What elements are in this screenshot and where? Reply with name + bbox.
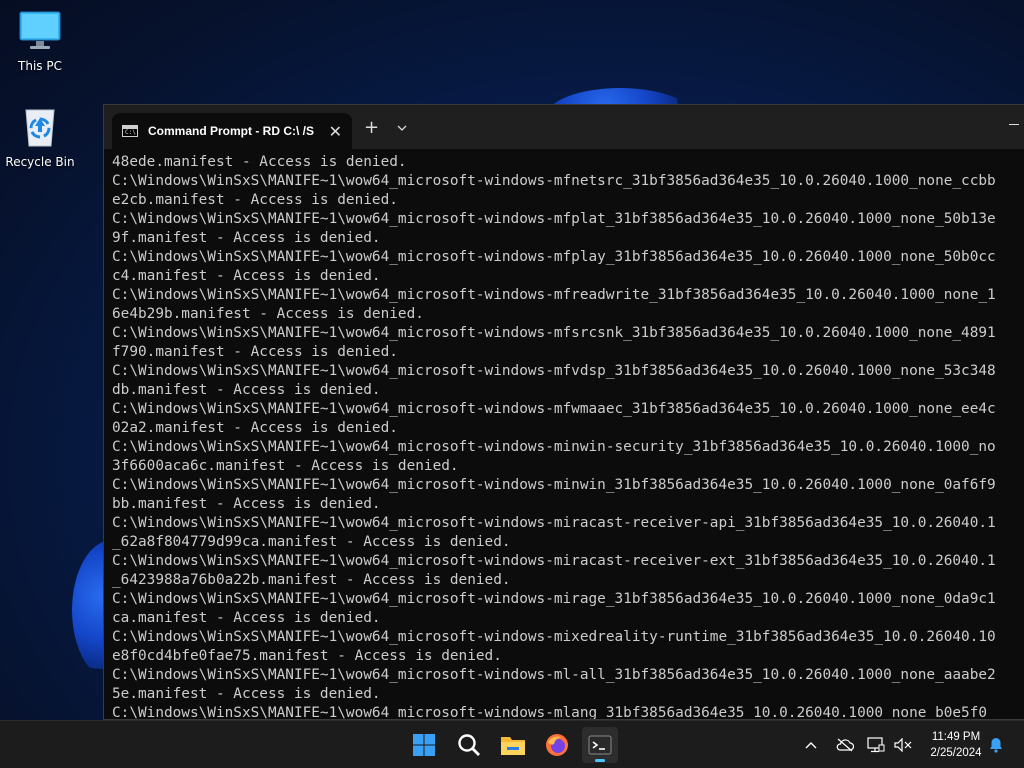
console-line: C:\Windows\WinSxS\MANIFE~1\wow64_microso… xyxy=(112,439,996,455)
console-line: C:\Windows\WinSxS\MANIFE~1\wow64_microso… xyxy=(112,667,996,683)
desktop-icon-this-pc[interactable]: This PC xyxy=(0,8,80,73)
console-line: C:\Windows\WinSxS\MANIFE~1\wow64_microso… xyxy=(112,363,996,379)
console-line: 48ede.manifest - Access is denied. xyxy=(112,154,407,170)
windows-logo-icon xyxy=(413,734,435,756)
command-prompt-icon: C:\. xyxy=(122,125,140,137)
chevron-up-icon xyxy=(805,742,817,749)
volume-button[interactable] xyxy=(894,721,912,768)
desktop-icon-recycle-bin[interactable]: Recycle Bin xyxy=(0,104,80,169)
search-button[interactable] xyxy=(451,727,487,763)
terminal-button[interactable] xyxy=(582,727,618,763)
console-line: db.manifest - Access is denied. xyxy=(112,382,381,398)
close-tab-icon[interactable]: ✕ xyxy=(329,122,342,141)
console-line: C:\Windows\WinSxS\MANIFE~1\wow64_microso… xyxy=(112,515,996,531)
console-line: C:\Windows\WinSxS\MANIFE~1\wow64_microso… xyxy=(112,249,996,265)
console-line: 3f6600aca6c.manifest - Access is denied. xyxy=(112,458,459,474)
tab-command-prompt[interactable]: C:\. Command Prompt - RD C:\ /S ✕ xyxy=(112,113,352,149)
console-line: e2cb.manifest - Access is denied. xyxy=(112,192,398,208)
network-monitor-icon xyxy=(867,737,885,753)
console-line: C:\Windows\WinSxS\MANIFE~1\wow64_microso… xyxy=(112,477,996,493)
console-line: C:\Windows\WinSxS\MANIFE~1\wow64_microso… xyxy=(112,211,996,227)
console-line: c4.manifest - Access is denied. xyxy=(112,268,381,284)
console-line: C:\Windows\WinSxS\MANIFE~1\wow64_microso… xyxy=(112,325,996,341)
console-line: C:\Windows\WinSxS\MANIFE~1\wow64_microso… xyxy=(112,287,996,303)
console-line: C:\Windows\WinSxS\MANIFE~1\wow64_microso… xyxy=(112,173,996,189)
show-hidden-icons-button[interactable] xyxy=(804,721,818,768)
taskbar: 11:49 PM 2/25/2024 xyxy=(0,720,1024,768)
console-line: C:\Windows\WinSxS\MANIFE~1\wow64_microso… xyxy=(112,591,996,607)
folder-icon xyxy=(501,737,525,755)
tab-dropdown-button[interactable] xyxy=(397,121,407,135)
console-line: _62a8f804779d99ca.manifest - Access is d… xyxy=(112,534,511,550)
console-line: 9f.manifest - Access is denied. xyxy=(112,230,381,246)
console-line: _6423988a76b0a22b.manifest - Access is d… xyxy=(112,572,511,588)
desktop-icon-label: This PC xyxy=(18,59,62,73)
bell-icon xyxy=(990,738,1002,753)
search-icon xyxy=(458,734,480,756)
cloud-offline-icon xyxy=(836,738,854,752)
console-line: bb.manifest - Access is denied. xyxy=(112,496,381,512)
console-line: f790.manifest - Access is denied. xyxy=(112,344,398,360)
new-tab-button[interactable]: + xyxy=(364,119,379,137)
console-output[interactable]: 48ede.manifest - Access is denied. C:\Win… xyxy=(112,153,1024,720)
network-button[interactable] xyxy=(867,721,885,768)
minimize-button[interactable] xyxy=(1009,115,1023,129)
desktop-icon-label: Recycle Bin xyxy=(5,155,75,169)
console-line: e8f0cd4bfe0fae75.manifest - Access is de… xyxy=(112,648,502,664)
title-bar[interactable]: C:\. Command Prompt - RD C:\ /S ✕ + xyxy=(104,105,1024,149)
console-line: C:\Windows\WinSxS\MANIFE~1\wow64_microso… xyxy=(112,705,988,720)
tab-title: Command Prompt - RD C:\ /S xyxy=(148,124,315,138)
console-line: 02a2.manifest - Access is denied. xyxy=(112,420,398,436)
terminal-window[interactable]: C:\. Command Prompt - RD C:\ /S ✕ + 48ed… xyxy=(103,104,1024,720)
console-line: 5e.manifest - Access is denied. xyxy=(112,686,381,702)
console-line: ca.manifest - Access is denied. xyxy=(112,610,381,626)
terminal-icon xyxy=(588,735,612,755)
start-button[interactable] xyxy=(406,727,442,763)
file-explorer-button[interactable] xyxy=(495,727,531,763)
onedrive-button[interactable] xyxy=(836,721,854,768)
firefox-icon xyxy=(546,734,568,756)
console-line: C:\Windows\WinSxS\MANIFE~1\wow64_microso… xyxy=(112,629,996,645)
notifications-button[interactable] xyxy=(988,721,1004,768)
monitor-icon xyxy=(19,11,61,49)
firefox-button[interactable] xyxy=(539,727,575,763)
clock[interactable]: 11:49 PM 2/25/2024 xyxy=(918,729,994,761)
recycle-bin-icon xyxy=(25,109,55,147)
console-line: C:\Windows\WinSxS\MANIFE~1\wow64_microso… xyxy=(112,401,996,417)
command-prompt-icon-text: C:\. xyxy=(125,129,140,136)
chevron-down-icon xyxy=(397,125,407,131)
speaker-muted-icon xyxy=(894,738,912,752)
console-line: 6e4b29b.manifest - Access is denied. xyxy=(112,306,424,322)
clock-date: 2/25/2024 xyxy=(930,747,982,759)
clock-time: 11:49 PM xyxy=(931,731,981,743)
console-line: C:\Windows\WinSxS\MANIFE~1\wow64_microso… xyxy=(112,553,996,569)
